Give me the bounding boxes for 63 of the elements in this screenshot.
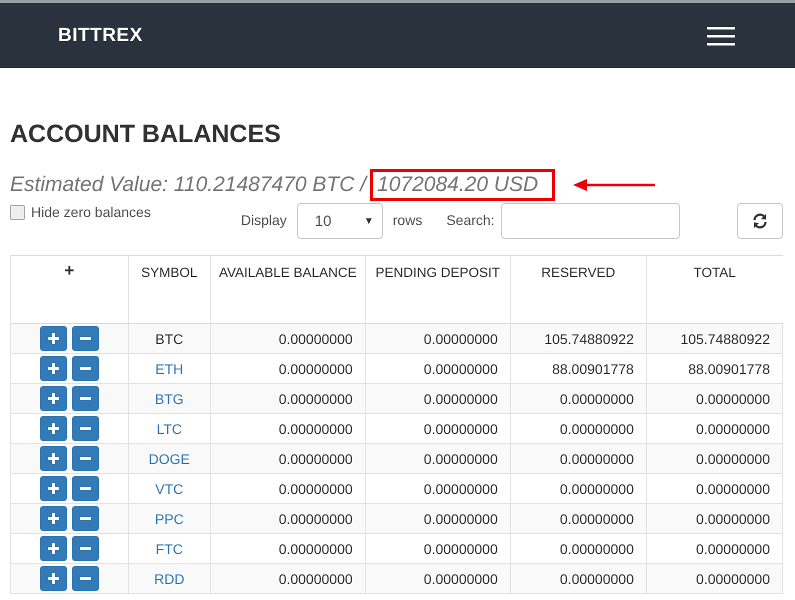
withdraw-button[interactable] [72,566,99,591]
search-field[interactable] [500,203,680,239]
table-cell: 0.00000000 [646,564,782,594]
display-label: Display [240,212,287,228]
symbol-link[interactable]: LTC [156,420,182,436]
logo[interactable]: BITTREX [58,24,143,46]
rows-label: rows [392,212,422,228]
plus-icon [48,333,59,344]
plus-icon [48,363,59,374]
estimated-value: Estimated Value: 110.21487470 BTC / [10,173,366,197]
rows-select[interactable]: 10 ▼ [296,203,383,239]
plus-icon [48,393,59,404]
plus-icon [48,453,59,464]
checkbox[interactable] [10,205,25,220]
highlighted-usd-value: 1072084.20 USD [370,169,556,201]
minus-icon [80,577,91,580]
minus-icon [80,547,91,550]
symbol-link[interactable]: VTC [155,480,184,496]
page-title: ACCOUNT BALANCES [10,120,282,149]
deposit-button[interactable] [40,326,67,351]
plus-icon [48,543,59,554]
symbol-link[interactable]: BTG [154,390,184,406]
withdraw-button[interactable] [72,536,99,561]
withdraw-button[interactable] [72,506,99,531]
deposit-button[interactable] [40,356,67,381]
table-cell: 0.00000000 [210,564,366,594]
search-label: Search: [446,212,495,228]
symbol-link[interactable]: PPC [154,510,184,526]
refresh-button[interactable] [737,203,783,239]
withdraw-button[interactable] [72,326,99,351]
refresh-icon [752,213,768,229]
deposit-button[interactable] [40,476,67,501]
plus-icon [48,423,59,434]
deposit-button[interactable] [40,566,67,591]
minus-icon [80,457,91,460]
deposit-button[interactable] [40,386,67,411]
deposit-button[interactable] [40,506,67,531]
plus-icon [48,513,59,524]
table-cell: 0.00000000 [510,564,646,594]
deposit-button[interactable] [40,536,67,561]
deposit-button[interactable] [40,446,67,471]
withdraw-button[interactable] [72,386,99,411]
menu-icon[interactable] [707,26,735,46]
withdraw-button[interactable] [72,356,99,381]
minus-icon [80,427,91,430]
symbol-link[interactable]: ETH [155,360,184,376]
minus-icon [80,517,91,520]
minus-icon [80,397,91,400]
plus-icon [48,483,59,494]
table-cell: 0.00000000 [365,564,510,594]
checkbox-label: Hide zero balances [31,204,151,220]
symbol-link[interactable]: FTC [156,540,183,556]
symbol-link[interactable]: RDD [154,570,184,586]
minus-icon [80,337,91,340]
minus-icon [80,367,91,370]
deposit-button[interactable] [40,416,67,441]
withdraw-button[interactable] [72,416,99,441]
withdraw-button[interactable] [72,476,99,501]
caret-icon: ▼ [364,216,374,226]
withdraw-button[interactable] [72,446,99,471]
arrow-icon [573,179,656,191]
plus-icon [48,573,59,584]
minus-icon [80,487,91,490]
